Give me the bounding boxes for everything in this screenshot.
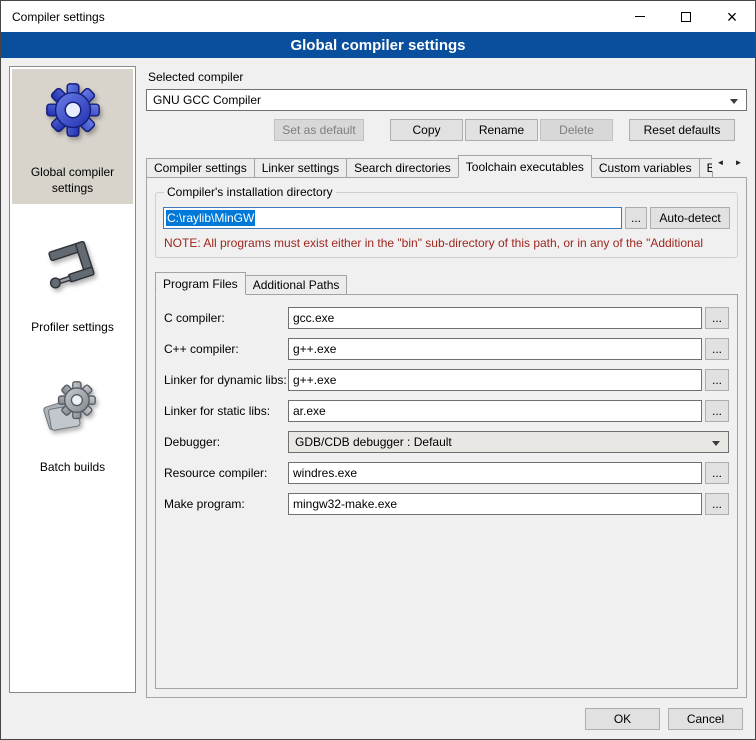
subtab-additional-paths[interactable]: Additional Paths [245,275,348,295]
programs-note: NOTE: All programs must exist either in … [164,236,729,250]
installation-directory-title: Compiler's installation directory [164,185,336,199]
c-compiler-browse-button[interactable]: ... [705,307,729,329]
reset-defaults-button[interactable]: Reset defaults [629,119,735,141]
dialog-header: Global compiler settings [1,32,755,58]
installation-directory-input[interactable]: C:\raylib\MinGW [163,207,622,229]
field-row: Linker for static libs: ... [164,400,729,422]
subtab-program-files[interactable]: Program Files [155,272,246,295]
installation-directory-group: Compiler's installation directory C:\ray… [155,192,738,258]
field-row: Resource compiler: ... [164,462,729,484]
tab-build-options[interactable]: Build [699,158,713,178]
settings-tabs: Compiler settings Linker settings Search… [146,155,747,178]
program-tabs: Program Files Additional Paths [155,272,738,295]
debugger-select-value: GDB/CDB debugger : Default [295,435,452,449]
cpp-compiler-label: C++ compiler: [164,342,288,356]
field-row: Make program: ... [164,493,729,515]
close-icon: × [727,8,738,26]
maximize-button[interactable] [663,1,709,32]
close-button[interactable]: × [709,1,755,32]
sidebar: Global compiler settings Profiler se [9,66,136,693]
rename-button[interactable]: Rename [465,119,538,141]
dynamic-linker-browse-button[interactable]: ... [705,369,729,391]
maximize-icon [681,12,691,22]
minimize-button[interactable] [617,1,663,32]
compiler-actions: Set as default Copy Rename Delete Reset … [146,119,747,141]
static-linker-label: Linker for static libs: [164,404,288,418]
chevron-down-icon [730,99,738,104]
minimize-icon [635,16,645,17]
field-row: C++ compiler: ... [164,338,729,360]
program-files-panel: C compiler: ... C++ compiler: ... Linker… [155,294,738,689]
sidebar-item-profiler-settings[interactable]: Profiler settings [12,224,133,344]
chevron-down-icon [712,441,720,446]
compiler-select-value: GNU GCC Compiler [153,93,261,107]
make-program-input[interactable] [288,493,702,515]
c-compiler-label: C compiler: [164,311,288,325]
tab-toolchain-executables[interactable]: Toolchain executables [458,155,592,178]
sidebar-item-label: Global compiler settings [14,165,131,196]
compiler-select[interactable]: GNU GCC Compiler [146,89,747,111]
copy-button[interactable]: Copy [390,119,463,141]
gray-gear-stack-icon [42,374,104,436]
dialog-content: Global compiler settings Profiler se [1,58,755,698]
resource-compiler-label: Resource compiler: [164,466,288,480]
ok-button[interactable]: OK [585,708,660,730]
c-compiler-input[interactable] [288,307,702,329]
sidebar-item-global-compiler-settings[interactable]: Global compiler settings [12,69,133,204]
make-program-browse-button[interactable]: ... [705,493,729,515]
installation-directory-row: C:\raylib\MinGW ... Auto-detect [163,207,730,229]
selected-compiler-label: Selected compiler [148,70,747,84]
installation-directory-value: C:\raylib\MinGW [166,210,255,226]
main-panel: Selected compiler GNU GCC Compiler Set a… [146,66,747,698]
compiler-settings-window: Compiler settings × Global compiler sett… [0,0,756,740]
resource-compiler-input[interactable] [288,462,702,484]
make-program-label: Make program: [164,497,288,511]
dynamic-linker-input[interactable] [288,369,702,391]
tab-scroll-controls: ◄ ► [712,155,747,171]
field-row: Debugger: GDB/CDB debugger : Default [164,431,729,453]
auto-detect-button[interactable]: Auto-detect [650,207,730,229]
static-linker-input[interactable] [288,400,702,422]
delete-button: Delete [540,119,613,141]
clamp-tool-icon [42,234,104,296]
sidebar-item-label: Batch builds [40,460,105,476]
sidebar-item-label: Profiler settings [31,320,114,336]
dialog-header-title: Global compiler settings [290,37,465,54]
dialog-footer: OK Cancel [1,698,755,739]
static-linker-browse-button[interactable]: ... [705,400,729,422]
set-as-default-button: Set as default [274,119,364,141]
sidebar-item-batch-builds[interactable]: Batch builds [12,364,133,484]
toolchain-executables-panel: Compiler's installation directory C:\ray… [146,177,747,698]
tab-scroll-right-icon[interactable]: ► [730,155,747,171]
tab-compiler-settings[interactable]: Compiler settings [146,158,255,178]
field-row: Linker for dynamic libs: ... [164,369,729,391]
tab-search-directories[interactable]: Search directories [346,158,459,178]
debugger-label: Debugger: [164,435,288,449]
browse-directory-button[interactable]: ... [625,207,647,229]
field-row: C compiler: ... [164,307,729,329]
titlebar: Compiler settings × [1,1,755,32]
debugger-select[interactable]: GDB/CDB debugger : Default [288,431,729,453]
blue-gear-icon [42,79,104,141]
cpp-compiler-input[interactable] [288,338,702,360]
dynamic-linker-label: Linker for dynamic libs: [164,373,288,387]
resource-compiler-browse-button[interactable]: ... [705,462,729,484]
cpp-compiler-browse-button[interactable]: ... [705,338,729,360]
tab-scroll-left-icon[interactable]: ◄ [712,155,729,171]
window-title: Compiler settings [1,1,617,32]
tab-linker-settings[interactable]: Linker settings [254,158,347,178]
tab-custom-variables[interactable]: Custom variables [591,158,700,178]
cancel-button[interactable]: Cancel [668,708,743,730]
